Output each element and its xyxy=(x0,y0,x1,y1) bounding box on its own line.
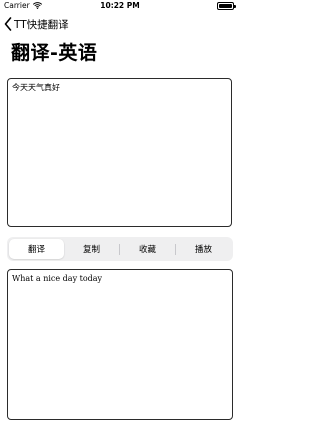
status-bar: Carrier 10:22 PM xyxy=(0,0,240,12)
translation-result-text: What a nice day today xyxy=(12,274,103,283)
copy-segment-label: 复制 xyxy=(82,245,100,255)
source-text: 今天天气真好 xyxy=(12,83,60,92)
translate-segment[interactable]: 翻译 xyxy=(9,239,64,259)
favorite-segment-label: 收藏 xyxy=(138,245,156,255)
chevron-left-icon xyxy=(4,17,12,31)
play-segment-label: 播放 xyxy=(194,245,212,255)
copy-segment[interactable]: 复制 xyxy=(64,239,119,259)
battery-icon xyxy=(217,2,236,10)
status-time: 10:22 PM xyxy=(100,1,140,10)
favorite-segment[interactable]: 收藏 xyxy=(120,239,175,259)
page-title: 翻译-英语 xyxy=(11,42,98,64)
back-button[interactable]: TT快捷翻译 xyxy=(4,14,69,34)
translation-result-box[interactable]: What a nice day today xyxy=(7,269,233,420)
back-button-label: TT快捷翻译 xyxy=(14,18,69,31)
play-segment[interactable]: 播放 xyxy=(176,239,231,259)
translate-segment-label: 翻译 xyxy=(27,245,45,255)
action-segmented-control: 翻译 复制 收藏 播放 xyxy=(7,237,233,261)
source-text-input[interactable]: 今天天气真好 xyxy=(7,78,232,227)
